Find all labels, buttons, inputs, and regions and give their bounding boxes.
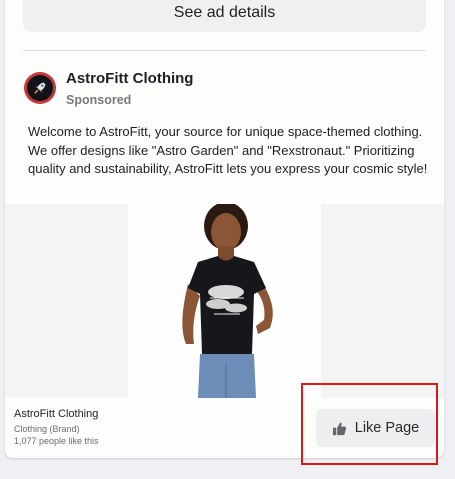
divider xyxy=(23,50,426,51)
highlight-box xyxy=(301,383,438,465)
ad-body-text: Welcome to AstroFitt, your source for un… xyxy=(28,124,428,176)
product-image[interactable] xyxy=(128,202,321,398)
footer-like-count: 1,077 people like this xyxy=(14,436,99,446)
page-avatar[interactable] xyxy=(24,72,56,104)
footer-category: Clothing (Brand) xyxy=(14,424,80,434)
avatar-inner xyxy=(27,75,53,101)
footer-page-name[interactable]: AstroFitt Clothing xyxy=(14,408,98,420)
model-in-tshirt-image xyxy=(182,202,273,398)
see-ad-details-button[interactable]: See ad details xyxy=(23,0,426,32)
sponsored-label[interactable]: Sponsored xyxy=(66,93,131,107)
rocket-icon xyxy=(34,82,46,94)
page-name-link[interactable]: AstroFitt Clothing xyxy=(66,70,193,87)
